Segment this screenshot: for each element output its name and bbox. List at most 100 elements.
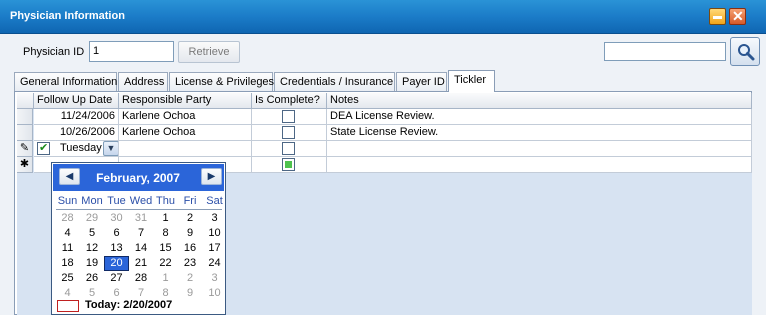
calendar-day[interactable]: 10 — [202, 286, 227, 301]
calendar-day[interactable]: 26 — [80, 271, 105, 286]
tab-tickler[interactable]: Tickler — [448, 70, 495, 92]
notes-cell[interactable] — [327, 157, 752, 173]
date-picker-value[interactable]: Tuesday — [60, 142, 102, 154]
is-complete-cell — [252, 141, 327, 157]
calendar-dropdown[interactable]: ◀ February, 2007 ▶ Sun Mon Tue Wed Thu Fri Sat… — [51, 162, 226, 315]
date-picker-combo[interactable]: Tuesday ▼ — [36, 141, 118, 156]
window-title: Physician Information — [10, 10, 125, 22]
is-complete-cell — [252, 157, 327, 173]
edit-row-pencil-icon: ✎ — [17, 141, 33, 157]
follow-up-date-cell[interactable]: 11/24/2006 — [34, 109, 119, 125]
search-input[interactable] — [604, 42, 726, 61]
column-header-responsible-party[interactable]: Responsible Party — [119, 93, 252, 109]
follow-up-date-cell[interactable]: 10/26/2006 — [34, 125, 119, 141]
calendar-day[interactable]: 4 — [55, 226, 80, 241]
calendar-day[interactable]: 3 — [202, 211, 227, 226]
tab-credentials-insurance[interactable]: Credentials / Insurance — [274, 72, 395, 91]
is-complete-checkbox[interactable] — [282, 158, 295, 171]
calendar-divider — [56, 209, 222, 210]
close-icon: ✕ — [732, 8, 744, 24]
previous-month-button[interactable]: ◀ — [59, 168, 80, 185]
calendar-day[interactable]: 27 — [104, 271, 129, 286]
calendar-day[interactable]: 20 — [104, 256, 129, 271]
calendar-day[interactable]: 14 — [129, 241, 154, 256]
column-header-notes[interactable]: Notes — [327, 93, 752, 109]
calendar-day[interactable]: 28 — [129, 271, 154, 286]
calendar-day[interactable]: 2 — [178, 211, 203, 226]
calendar-day[interactable]: 11 — [55, 241, 80, 256]
calendar-day[interactable]: 19 — [80, 256, 105, 271]
next-month-button[interactable]: ▶ — [201, 168, 222, 185]
calendar-day[interactable]: 16 — [178, 241, 203, 256]
physician-id-label: Physician ID — [23, 46, 85, 58]
calendar-day[interactable]: 4 — [55, 286, 80, 301]
new-row-asterisk-icon: ✱ — [17, 157, 33, 173]
responsible-party-cell[interactable] — [119, 141, 252, 157]
calendar-day[interactable]: 6 — [104, 226, 129, 241]
weekday-header: Mon — [81, 195, 103, 207]
calendar-day[interactable]: 31 — [129, 211, 154, 226]
calendar-day[interactable]: 28 — [55, 211, 80, 226]
tab-general-information[interactable]: General Information — [14, 72, 117, 91]
notes-cell[interactable] — [327, 141, 752, 157]
title-bar: Physician Information ✕ — [0, 0, 766, 34]
row-header[interactable] — [17, 125, 33, 141]
notes-cell[interactable]: State License Review. — [327, 125, 752, 141]
calendar-day[interactable]: 3 — [202, 271, 227, 286]
calendar-day[interactable]: 25 — [55, 271, 80, 286]
retrieve-button[interactable]: Retrieve — [178, 41, 240, 63]
minimize-button[interactable] — [709, 8, 726, 25]
calendar-day[interactable]: 17 — [202, 241, 227, 256]
weekday-header: Fri — [183, 195, 197, 207]
editing-row[interactable]: ✎ Tuesday ▼ — [17, 141, 752, 157]
column-header-follow-up-date[interactable]: Follow Up Date — [34, 93, 119, 109]
calendar-day[interactable]: 24 — [202, 256, 227, 271]
tab-address[interactable]: Address — [118, 72, 168, 91]
weekday-header: Wed — [129, 195, 153, 207]
is-complete-checkbox[interactable] — [282, 110, 295, 123]
weekday-header: Sun — [57, 195, 78, 207]
row-header[interactable] — [17, 109, 33, 125]
calendar-day[interactable]: 15 — [153, 241, 178, 256]
table-row[interactable]: 10/26/2006 Karlene Ochoa State License R… — [17, 125, 752, 141]
calendar-day[interactable]: 8 — [153, 226, 178, 241]
calendar-day[interactable]: 5 — [80, 226, 105, 241]
date-enabled-checkbox[interactable] — [37, 141, 50, 155]
is-complete-cell — [252, 109, 327, 125]
tab-payer-id[interactable]: Payer ID — [396, 72, 447, 91]
search-button[interactable] — [730, 37, 760, 66]
calendar-day[interactable]: 7 — [129, 226, 154, 241]
today-link[interactable]: Today: 2/20/2007 — [85, 299, 172, 311]
calendar-day[interactable]: 10 — [202, 226, 227, 241]
calendar-day[interactable]: 18 — [55, 256, 80, 271]
responsible-party-cell[interactable]: Karlene Ochoa — [119, 109, 252, 125]
is-complete-checkbox[interactable] — [282, 126, 295, 139]
calendar-month-title[interactable]: February, 2007 — [83, 171, 193, 185]
calendar-day[interactable]: 23 — [178, 256, 203, 271]
calendar-day[interactable]: 13 — [104, 241, 129, 256]
weekday-header: Sat — [206, 195, 223, 207]
calendar-day[interactable]: 1 — [153, 211, 178, 226]
notes-cell[interactable]: DEA License Review. — [327, 109, 752, 125]
column-header-is-complete[interactable]: Is Complete? — [252, 93, 327, 109]
tab-license-privileges[interactable]: License & Privileges — [169, 72, 274, 91]
is-complete-cell — [252, 125, 327, 141]
grid-corner — [17, 93, 34, 109]
weekday-header: Tue — [107, 195, 126, 207]
calendar-day[interactable]: 30 — [104, 211, 129, 226]
calendar-day[interactable]: 9 — [178, 286, 203, 301]
calendar-day[interactable]: 29 — [80, 211, 105, 226]
is-complete-checkbox[interactable] — [282, 142, 295, 155]
close-button[interactable]: ✕ — [729, 8, 746, 25]
calendar-day[interactable]: 2 — [178, 271, 203, 286]
chevron-right-icon: ▶ — [207, 171, 216, 182]
calendar-day[interactable]: 21 — [129, 256, 154, 271]
calendar-day[interactable]: 9 — [178, 226, 203, 241]
calendar-day[interactable]: 22 — [153, 256, 178, 271]
physician-id-input[interactable]: 1 — [89, 41, 174, 62]
calendar-day[interactable]: 1 — [153, 271, 178, 286]
table-row[interactable]: 11/24/2006 Karlene Ochoa DEA License Rev… — [17, 109, 752, 125]
calendar-day[interactable]: 12 — [80, 241, 105, 256]
chevron-down-icon[interactable]: ▼ — [103, 141, 118, 156]
responsible-party-cell[interactable]: Karlene Ochoa — [119, 125, 252, 141]
